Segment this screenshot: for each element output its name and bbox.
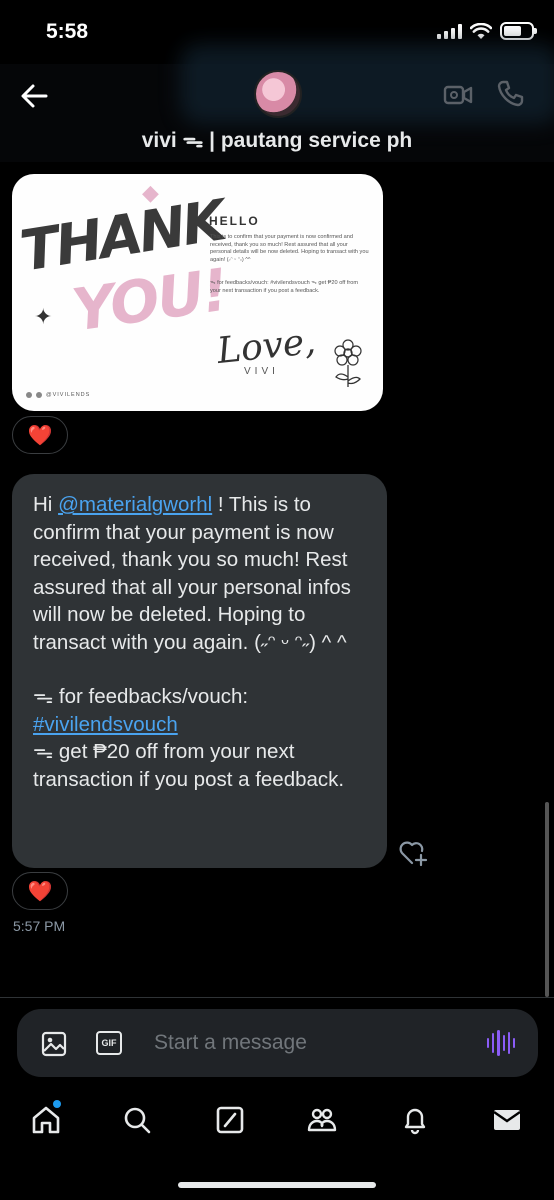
communities-icon[interactable] — [306, 1104, 338, 1136]
message-intro: Hi — [33, 493, 59, 516]
heart-reaction[interactable]: ❤️ — [12, 872, 68, 910]
grok-icon[interactable] — [214, 1104, 246, 1136]
instagram-icon — [26, 392, 32, 398]
composer-divider — [0, 997, 554, 998]
card-signature-name: VIVI — [244, 366, 279, 377]
twitter-icon — [36, 392, 42, 398]
card-body-text: This is to confirm that your payment is … — [210, 234, 369, 263]
battery-level — [504, 26, 521, 36]
wifi-icon — [470, 22, 492, 39]
heart-plus-icon[interactable] — [398, 839, 430, 867]
messages-icon[interactable] — [491, 1104, 523, 1136]
cellular-signal-icon — [437, 23, 462, 39]
notification-dot — [53, 1100, 61, 1108]
message-input[interactable] — [154, 1029, 454, 1057]
message-composer: GIF — [17, 1009, 538, 1077]
home-icon[interactable] — [30, 1104, 62, 1136]
scrollbar[interactable] — [545, 802, 549, 997]
heart-icon: ❤️ — [27, 880, 53, 903]
message-timestamp: 5:57 PM — [13, 918, 66, 934]
home-indicator[interactable] — [178, 1182, 376, 1188]
image-message[interactable]: ◆ ✦ THANK YOU! HELLO This is to confirm … — [12, 174, 383, 411]
card-feedback-text: ᯓ for feedbacks/vouch: #vivilendsvouch ᯓ… — [210, 280, 359, 294]
search-icon[interactable] — [121, 1104, 153, 1136]
mention-link[interactable]: @materialgworhl — [58, 493, 212, 516]
avatar[interactable] — [254, 70, 302, 118]
card-handle-text: @VIVILENDS — [46, 392, 91, 398]
text-message[interactable]: Hi @materialgworhl ! This is to confirm … — [12, 474, 387, 868]
flower-icon — [334, 339, 362, 387]
card-handle: @VIVILENDS — [26, 392, 90, 398]
battery-icon — [500, 22, 537, 40]
conversation-header: vivi ᯓ | pautang service ph — [0, 44, 554, 162]
heart-icon: ❤️ — [27, 424, 53, 447]
message-body: ! This is to confirm that your payment i… — [33, 493, 351, 654]
image-icon[interactable] — [41, 1031, 67, 1057]
heart-reaction[interactable]: ❤️ — [12, 416, 68, 454]
card-love-signature: Love, — [215, 320, 318, 373]
video-camera-icon[interactable] — [443, 80, 473, 110]
message-thread[interactable]: ◆ ✦ THANK YOU! HELLO This is to confirm … — [0, 162, 554, 997]
notifications-icon[interactable] — [399, 1104, 431, 1136]
phone-icon[interactable] — [496, 78, 526, 108]
feedback-label: ᯓ for feedbacks/vouch: — [33, 685, 249, 708]
sparkle-icon: ✦ — [34, 304, 53, 329]
status-time: 5:58 — [46, 20, 89, 43]
card-hello: HELLO — [209, 214, 260, 228]
status-icons — [437, 22, 537, 40]
gif-button[interactable]: GIF — [96, 1031, 122, 1055]
back-arrow-icon[interactable] — [18, 80, 50, 112]
discount-text: ᯓ get ₱20 off from your next transaction… — [33, 740, 345, 791]
message-paragraph: Hi @materialgworhl ! This is to confirm … — [33, 491, 367, 656]
hashtag-link[interactable]: #vivilendsvouch — [33, 713, 178, 736]
conversation-title[interactable]: vivi ᯓ | pautang service ph — [0, 126, 554, 154]
voice-wave-icon[interactable] — [487, 1030, 516, 1056]
